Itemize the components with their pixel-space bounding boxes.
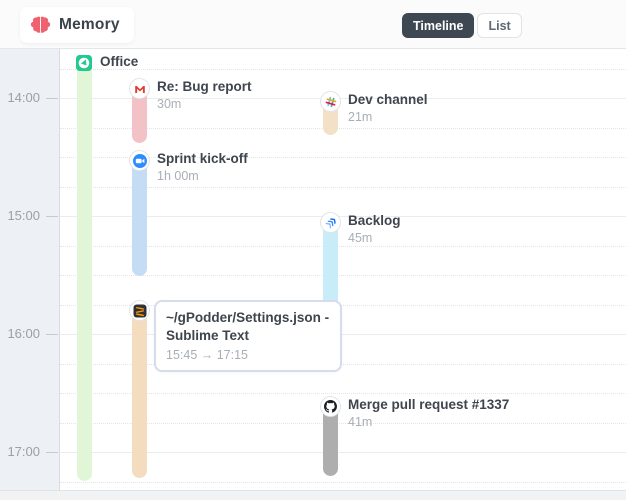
event-tooltip: ~/gPodder/Settings.json - Sublime Text 1… xyxy=(154,300,342,373)
hour-tick xyxy=(46,452,58,453)
hour-tick xyxy=(46,334,58,335)
jira-icon xyxy=(320,212,341,233)
hour-label: 15:00 xyxy=(7,208,40,223)
event-track[interactable] xyxy=(132,153,147,276)
github-icon xyxy=(320,396,341,417)
event-time-range: 15:45 → 17:15 xyxy=(166,348,249,363)
hour-tick xyxy=(46,98,58,99)
hour-label: 16:00 xyxy=(7,326,40,341)
quarter-gridline xyxy=(60,68,626,70)
tab-list[interactable]: List xyxy=(477,13,522,38)
app-title: Memory xyxy=(59,16,120,33)
event-title: Office xyxy=(100,54,139,69)
event-duration: 30m xyxy=(157,97,182,111)
location-pin-icon xyxy=(76,55,92,71)
slack-icon xyxy=(320,91,341,112)
event-duration: 45m xyxy=(348,231,373,245)
timeline-canvas: Office Re: Bug report 30m Dev channel 21… xyxy=(60,48,626,490)
time-axis: 14:00 15:00 16:00 17:00 xyxy=(0,48,60,490)
brain-icon xyxy=(30,15,51,35)
event-duration: 21m xyxy=(348,110,373,124)
event-title: Re: Bug report xyxy=(157,79,252,94)
view-toggle: Timeline List xyxy=(402,13,522,38)
quarter-gridline xyxy=(60,275,626,276)
sublime-text-icon xyxy=(129,300,150,321)
gmail-icon xyxy=(129,78,150,99)
quarter-gridline xyxy=(60,481,626,483)
event-title: Sprint kick-off xyxy=(157,151,248,166)
event-title: Merge pull request #1337 xyxy=(348,397,510,412)
event-track[interactable] xyxy=(77,56,92,481)
event-track[interactable] xyxy=(132,303,147,478)
zoom-icon xyxy=(129,150,150,171)
event-title: Backlog xyxy=(348,213,401,228)
hour-label: 14:00 xyxy=(7,90,40,105)
hour-tick xyxy=(46,216,58,217)
event-duration: 1h 00m xyxy=(157,169,199,183)
app-header: Memory Timeline List xyxy=(0,0,626,48)
event-title: ~/gPodder/Settings.json - Sublime Text xyxy=(166,310,330,344)
hour-label: 17:00 xyxy=(7,444,40,459)
event-title: Dev channel xyxy=(348,92,428,107)
app-logo[interactable]: Memory xyxy=(20,7,134,43)
panel-footer xyxy=(0,490,626,500)
event-duration: 41m xyxy=(348,415,373,429)
tab-timeline[interactable]: Timeline xyxy=(402,13,475,38)
